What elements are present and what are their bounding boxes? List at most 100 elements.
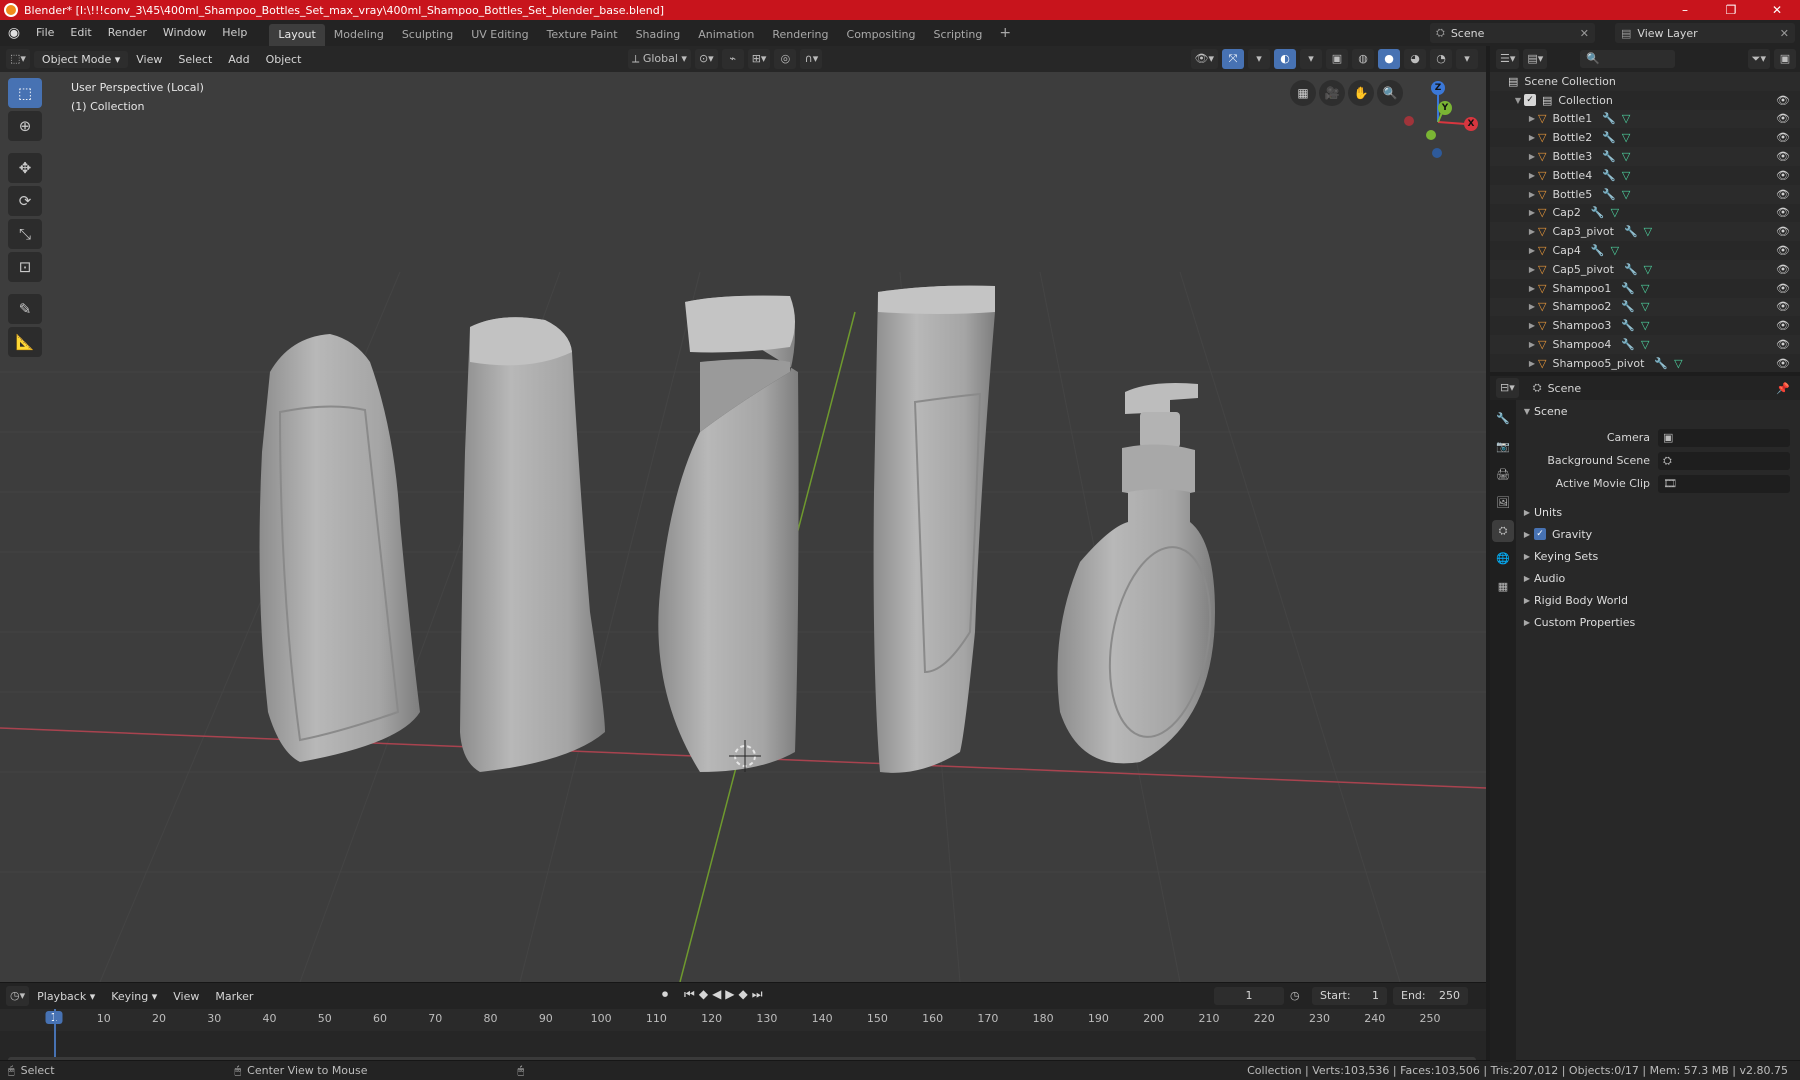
custom-properties-panel[interactable]: ▶ Custom Properties bbox=[1520, 611, 1800, 633]
new-collection-icon[interactable]: ▣ bbox=[1774, 49, 1796, 69]
object-expand-icon[interactable]: ▶ bbox=[1526, 171, 1538, 180]
outliner-object-row[interactable]: ▶ ▽ Shampoo3 🔧 ▽ 👁 bbox=[1490, 316, 1800, 335]
visibility-icon[interactable]: 👁▾ bbox=[1190, 49, 1218, 69]
select-box-tool-icon[interactable]: ⬚ bbox=[8, 78, 42, 108]
modifier-wrench-icon[interactable]: 🔧 bbox=[1602, 131, 1616, 144]
tab-uv-editing[interactable]: UV Editing bbox=[462, 24, 537, 46]
rendered-shading-icon[interactable]: ◔ bbox=[1430, 49, 1452, 69]
mesh-data-icon[interactable]: ▽ bbox=[1622, 188, 1630, 201]
modifier-wrench-icon[interactable]: 🔧 bbox=[1591, 206, 1605, 219]
jump-end-icon[interactable]: ⏭ bbox=[752, 987, 763, 1002]
tool-tab-icon[interactable]: 🔧 bbox=[1492, 408, 1514, 430]
properties-editor-type-icon[interactable]: ⊟▾ bbox=[1496, 378, 1519, 398]
scene-collection-row[interactable]: ▤ Scene Collection bbox=[1490, 72, 1800, 91]
gravity-expand-icon[interactable]: ▶ bbox=[1520, 530, 1534, 539]
outliner-object-row[interactable]: ▶ ▽ Cap2 🔧 ▽ 👁 bbox=[1490, 204, 1800, 223]
snap-target-icon[interactable]: ⊞▾ bbox=[747, 49, 771, 69]
modifier-wrench-icon[interactable]: 🔧 bbox=[1624, 263, 1638, 276]
outliner-object-row[interactable]: ▶ ▽ Shampoo1 🔧 ▽ 👁 bbox=[1490, 279, 1800, 298]
jump-start-icon[interactable]: ⏮ bbox=[684, 987, 695, 1002]
rigid-body-world-panel[interactable]: ▶ Rigid Body World bbox=[1520, 589, 1800, 611]
object-expand-icon[interactable]: ▶ bbox=[1526, 152, 1538, 161]
scene-panel-expand-icon[interactable]: ▼ bbox=[1520, 407, 1534, 416]
modifier-wrench-icon[interactable]: 🔧 bbox=[1621, 319, 1635, 332]
object-eye-icon[interactable]: 👁 bbox=[1776, 357, 1790, 370]
add-workspace-button[interactable]: + bbox=[991, 25, 1019, 41]
menu-render[interactable]: Render bbox=[100, 20, 155, 46]
render-tab-icon[interactable]: 📷 bbox=[1492, 436, 1514, 458]
custom-properties-expand-icon[interactable]: ▶ bbox=[1520, 618, 1534, 627]
tab-rendering[interactable]: Rendering bbox=[763, 24, 837, 46]
object-expand-icon[interactable]: ▶ bbox=[1526, 190, 1538, 199]
overlay-dropdown-icon[interactable]: ▾ bbox=[1300, 49, 1322, 69]
tab-sculpting[interactable]: Sculpting bbox=[393, 24, 462, 46]
rotate-tool-icon[interactable]: ⟳ bbox=[8, 186, 42, 216]
scene-close-icon[interactable]: ✕ bbox=[1580, 27, 1589, 40]
viewport-menu-select[interactable]: Select bbox=[170, 53, 220, 66]
tab-animation[interactable]: Animation bbox=[689, 24, 763, 46]
background-scene-field[interactable]: ⛭ bbox=[1658, 451, 1790, 470]
object-eye-icon[interactable]: 👁 bbox=[1776, 225, 1790, 238]
timeline-ruler[interactable]: 1102030405060708090100110120130140150160… bbox=[0, 1009, 1486, 1031]
object-eye-icon[interactable]: 👁 bbox=[1776, 188, 1790, 201]
mesh-data-icon[interactable]: ▽ bbox=[1622, 131, 1630, 144]
mesh-data-icon[interactable]: ▽ bbox=[1622, 169, 1630, 182]
audio-panel[interactable]: ▶ Audio bbox=[1520, 567, 1800, 589]
modifier-wrench-icon[interactable]: 🔧 bbox=[1591, 244, 1605, 257]
mesh-data-icon[interactable]: ▽ bbox=[1611, 206, 1619, 219]
tab-layout[interactable]: Layout bbox=[269, 24, 325, 46]
gizmo-x-axis[interactable]: X bbox=[1464, 117, 1478, 131]
transform-tool-icon[interactable]: ⊡ bbox=[8, 252, 42, 282]
gravity-panel[interactable]: ▶ ✓ Gravity bbox=[1520, 523, 1800, 545]
overlay-toggle-icon[interactable]: ◐ bbox=[1274, 49, 1296, 69]
mesh-data-icon[interactable]: ▽ bbox=[1644, 225, 1652, 238]
outliner-object-row[interactable]: ▶ ▽ Bottle2 🔧 ▽ 👁 bbox=[1490, 128, 1800, 147]
tab-texture-paint[interactable]: Texture Paint bbox=[538, 24, 627, 46]
menu-help[interactable]: Help bbox=[214, 20, 255, 46]
outliner-object-row[interactable]: ▶ ▽ Cap5_pivot 🔧 ▽ 👁 bbox=[1490, 259, 1800, 279]
prev-keyframe-icon[interactable]: ◆ bbox=[699, 987, 708, 1002]
cursor-tool-icon[interactable]: ⊕ bbox=[8, 111, 42, 141]
object-eye-icon[interactable]: 👁 bbox=[1776, 169, 1790, 182]
falloff-icon[interactable]: ∩▾ bbox=[800, 49, 823, 69]
keying-sets-expand-icon[interactable]: ▶ bbox=[1520, 552, 1534, 561]
mesh-data-icon[interactable]: ▽ bbox=[1611, 244, 1619, 257]
object-eye-icon[interactable]: 👁 bbox=[1776, 112, 1790, 125]
object-expand-icon[interactable]: ▶ bbox=[1526, 302, 1538, 311]
object-expand-icon[interactable]: ▶ bbox=[1526, 265, 1538, 274]
solid-shading-icon[interactable]: ● bbox=[1378, 49, 1400, 69]
modifier-wrench-icon[interactable]: 🔧 bbox=[1602, 188, 1616, 201]
gizmo-y-axis[interactable]: Y bbox=[1438, 101, 1452, 115]
minimize-button[interactable]: – bbox=[1662, 0, 1708, 20]
mesh-data-icon[interactable]: ▽ bbox=[1674, 357, 1682, 370]
movie-clip-field[interactable]: 🎞 bbox=[1658, 474, 1790, 493]
object-eye-icon[interactable]: 👁 bbox=[1776, 263, 1790, 276]
viewport-menu-object[interactable]: Object bbox=[258, 53, 310, 66]
units-panel[interactable]: ▶ Units bbox=[1520, 501, 1800, 523]
object-eye-icon[interactable]: 👁 bbox=[1776, 131, 1790, 144]
keying-sets-panel[interactable]: ▶ Keying Sets bbox=[1520, 545, 1800, 567]
object-eye-icon[interactable]: 👁 bbox=[1776, 319, 1790, 332]
viewport-menu-view[interactable]: View bbox=[128, 53, 170, 66]
outliner-object-row[interactable]: ▶ ▽ Shampoo4 🔧 ▽ 👁 bbox=[1490, 335, 1800, 354]
modifier-wrench-icon[interactable]: 🔧 bbox=[1624, 225, 1638, 238]
gizmo-neg-y[interactable] bbox=[1426, 130, 1436, 140]
world-tab-icon[interactable]: 🌐 bbox=[1492, 548, 1514, 570]
display-mode-icon[interactable]: ▤▾ bbox=[1523, 49, 1548, 69]
mesh-data-icon[interactable]: ▽ bbox=[1641, 319, 1649, 332]
maximize-button[interactable]: ❐ bbox=[1708, 0, 1754, 20]
viewport-menu-add[interactable]: Add bbox=[220, 53, 257, 66]
play-reverse-icon[interactable]: ◀ bbox=[712, 987, 721, 1002]
scene-panel-header[interactable]: ▼ Scene bbox=[1520, 400, 1800, 422]
material-shading-icon[interactable]: ◕ bbox=[1404, 49, 1426, 69]
object-expand-icon[interactable]: ▶ bbox=[1526, 321, 1538, 330]
end-frame-field[interactable]: End: 250 bbox=[1393, 987, 1468, 1005]
scale-tool-icon[interactable]: ⤡ bbox=[8, 219, 42, 249]
collection-row[interactable]: ▼ ✓ ▤ Collection 👁 bbox=[1490, 91, 1800, 110]
menu-file[interactable]: File bbox=[28, 20, 62, 46]
close-button[interactable]: ✕ bbox=[1754, 0, 1800, 20]
mesh-data-icon[interactable]: ▽ bbox=[1622, 112, 1630, 125]
camera-field[interactable]: ▣ bbox=[1658, 428, 1790, 447]
grid-view-icon[interactable]: ▦ bbox=[1290, 80, 1316, 106]
object-expand-icon[interactable]: ▶ bbox=[1526, 114, 1538, 123]
